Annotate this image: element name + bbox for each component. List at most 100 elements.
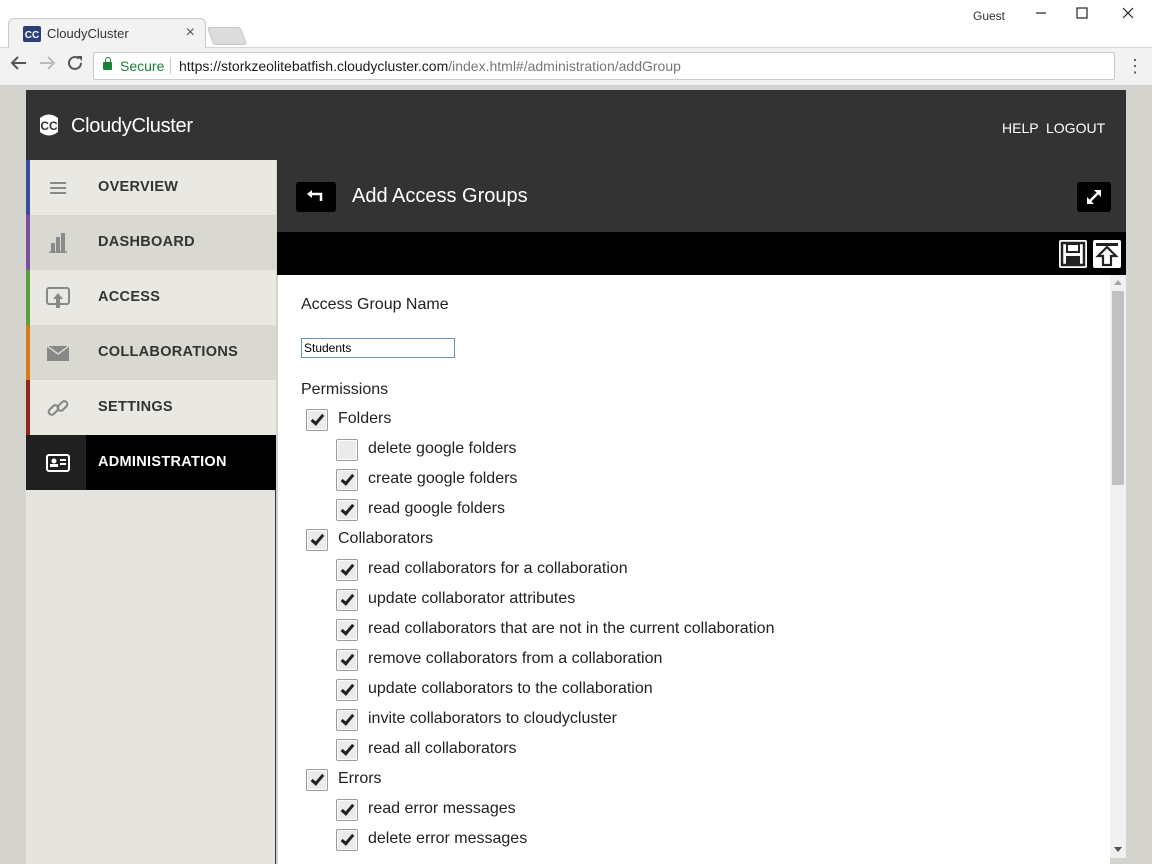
- browser-toolbar: Secure https://storkzeolitebatfish.cloud…: [0, 48, 1152, 86]
- sidebar-item-settings[interactable]: SETTINGS: [26, 380, 276, 435]
- checkmark-icon: [340, 801, 355, 816]
- add-group-form: Access Group Name Permissions Folders del…: [278, 275, 1110, 864]
- checkmark-icon: [340, 651, 355, 666]
- checkmark-icon: [340, 621, 355, 636]
- expand-button[interactable]: [1077, 182, 1111, 212]
- url-path: /index.html#/administration/addGroup: [448, 58, 681, 74]
- save-button[interactable]: [1059, 240, 1087, 268]
- brand-name: CloudyCluster: [71, 115, 193, 137]
- group-name-input[interactable]: [301, 338, 455, 358]
- sidebar-item-collaborations[interactable]: COLLABORATIONS: [26, 325, 276, 380]
- checkbox-checked[interactable]: [306, 529, 328, 551]
- checkmark-icon: [310, 771, 325, 786]
- sidebar-accent: [26, 380, 30, 435]
- tab-close-icon[interactable]: ×: [186, 24, 195, 42]
- id-card-icon: [46, 454, 70, 472]
- checkbox-checked[interactable]: [336, 799, 358, 821]
- checkbox-checked[interactable]: [336, 499, 358, 521]
- checkmark-icon: [340, 501, 355, 516]
- upload-icon: [1095, 243, 1119, 267]
- permission-label: invite collaborators to cloudycluster: [368, 710, 618, 727]
- checkbox-checked[interactable]: [336, 589, 358, 611]
- app-header: CC CloudyCluster HELP LOGOUT: [26, 90, 1126, 160]
- svg-text:CC: CC: [25, 30, 39, 41]
- scroll-up-icon[interactable]: [1114, 280, 1122, 285]
- save-icon: [1060, 241, 1086, 267]
- checkbox-checked[interactable]: [336, 829, 358, 851]
- checkmark-icon: [340, 471, 355, 486]
- help-link[interactable]: HELP: [1002, 120, 1039, 136]
- checkmark-icon: [340, 591, 355, 606]
- back-arrow-icon[interactable]: [6, 54, 32, 80]
- permission-label: Errors: [338, 770, 382, 787]
- maximize-icon[interactable]: [1067, 4, 1097, 26]
- checkbox-checked[interactable]: [306, 409, 328, 431]
- sidebar-item-label: DASHBOARD: [98, 234, 195, 250]
- checkmark-icon: [310, 531, 325, 546]
- minimize-icon[interactable]: [1026, 4, 1056, 26]
- browser-titlebar: CC CloudyCluster × Guest: [0, 0, 1152, 48]
- checkbox-unchecked[interactable]: [336, 439, 358, 461]
- checkbox-checked[interactable]: [336, 469, 358, 491]
- scroll-down-icon[interactable]: [1114, 847, 1122, 852]
- upload-button[interactable]: [1093, 240, 1121, 268]
- permission-label: delete google folders: [368, 440, 517, 457]
- sidebar-accent: [26, 270, 30, 325]
- sidebar-item-administration[interactable]: ADMINISTRATION: [26, 435, 276, 490]
- sidebar-accent: [26, 215, 30, 270]
- address-separator: [170, 58, 171, 74]
- page-title: Add Access Groups: [352, 185, 528, 207]
- checkmark-icon: [340, 561, 355, 576]
- permissions-label: Permissions: [301, 381, 389, 398]
- form-scrollbar[interactable]: [1110, 275, 1126, 858]
- close-window-icon[interactable]: [1113, 4, 1143, 26]
- sidebar-accent: [26, 160, 30, 215]
- secure-label: Secure: [120, 58, 165, 74]
- permission-label: read error messages: [368, 800, 516, 817]
- reload-icon[interactable]: [62, 54, 88, 80]
- checkbox-checked[interactable]: [336, 739, 358, 761]
- lock-icon: [103, 57, 112, 70]
- expand-icon: [1087, 190, 1101, 204]
- sidebar-item-label: COLLABORATIONS: [98, 344, 239, 360]
- checkbox-checked[interactable]: [336, 619, 358, 641]
- permission-label: read collaborators for a collaboration: [368, 560, 628, 577]
- permission-label: Folders: [338, 410, 392, 427]
- browser-tab[interactable]: CC CloudyCluster ×: [8, 18, 206, 48]
- logout-link[interactable]: LOGOUT: [1046, 120, 1105, 136]
- url-text: https://storkzeolitebatfish.cloudycluste…: [179, 53, 681, 79]
- checkmark-icon: [340, 711, 355, 726]
- sidebar-item-label: ADMINISTRATION: [98, 454, 227, 470]
- sidebar-item-access[interactable]: ACCESS: [26, 270, 276, 325]
- checkbox-checked[interactable]: [336, 679, 358, 701]
- sidebar-item-dashboard[interactable]: DASHBOARD: [26, 215, 276, 270]
- sidebar-item-label: SETTINGS: [98, 399, 173, 415]
- checkmark-icon: [310, 411, 325, 426]
- link-icon: [47, 400, 69, 416]
- permission-label: update collaborators to the collaboratio…: [368, 680, 653, 697]
- sidebar-item-label: ACCESS: [98, 289, 161, 305]
- checkbox-checked[interactable]: [336, 709, 358, 731]
- profile-label[interactable]: Guest: [973, 9, 1005, 23]
- sidebar-accent: [26, 325, 30, 380]
- checkbox-checked[interactable]: [336, 559, 358, 581]
- address-bar[interactable]: Secure https://storkzeolitebatfish.cloud…: [93, 52, 1115, 80]
- url-host: https://storkzeolitebatfish.cloudycluste…: [179, 58, 449, 74]
- permission-label: update collaborator attributes: [368, 590, 576, 607]
- checkbox-checked[interactable]: [306, 769, 328, 791]
- action-bar: [277, 232, 1126, 275]
- permission-label: read google folders: [368, 500, 505, 517]
- forward-arrow-icon[interactable]: [34, 54, 60, 80]
- new-tab-button[interactable]: [206, 27, 248, 45]
- tab-title: CloudyCluster: [47, 26, 129, 41]
- checkbox-checked[interactable]: [336, 649, 358, 671]
- sidebar-item-label: OVERVIEW: [98, 179, 179, 195]
- scroll-thumb[interactable]: [1112, 291, 1124, 485]
- back-button[interactable]: [296, 182, 336, 212]
- sidebar-item-overview[interactable]: OVERVIEW: [26, 160, 276, 215]
- return-arrow-icon: [307, 190, 323, 201]
- checkmark-icon: [340, 681, 355, 696]
- svg-text:CC: CC: [40, 119, 58, 133]
- cloudycluster-favicon-icon: CC: [23, 26, 41, 42]
- browser-menu-icon[interactable]: ⋮: [1126, 56, 1144, 78]
